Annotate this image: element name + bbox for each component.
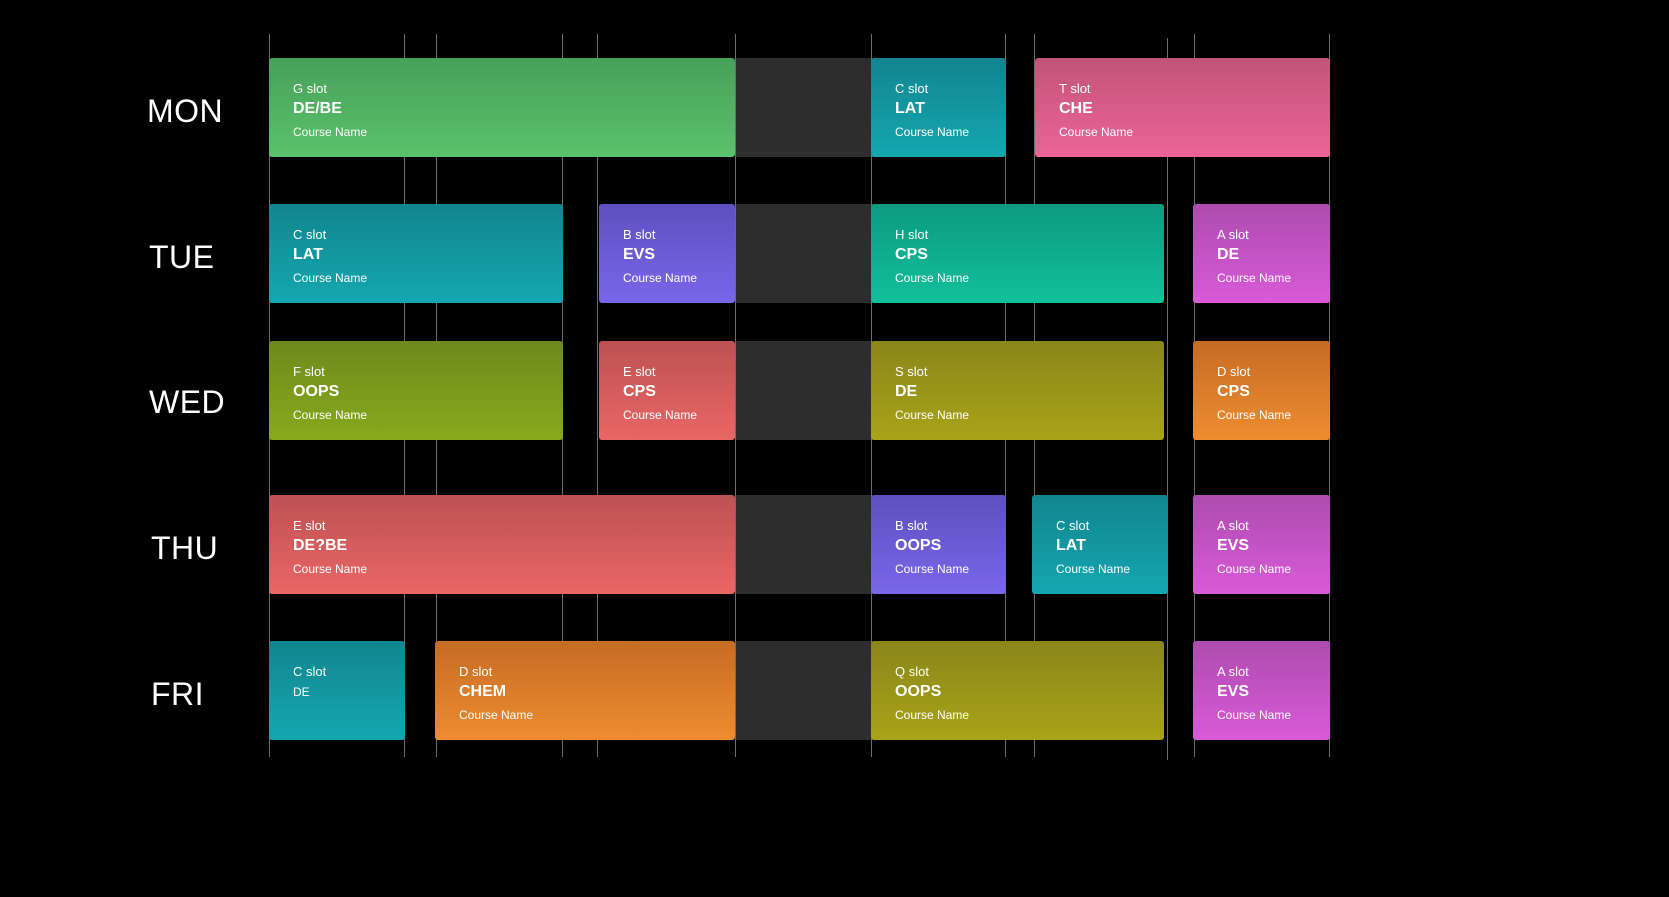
slot-label: Q slot (895, 664, 929, 679)
course-card-wed-f[interactable]: F slot OOPS Course Name (269, 341, 563, 440)
slot-label: B slot (623, 227, 656, 242)
slot-label: G slot (293, 81, 327, 96)
slot-label: T slot (1059, 81, 1091, 96)
slot-label: H slot (895, 227, 929, 242)
slot-label: F slot (293, 364, 325, 379)
course-code: LAT (1056, 537, 1086, 554)
course-code: OOPS (895, 683, 942, 700)
course-card-tue-a[interactable]: A slot DE Course Name (1193, 204, 1330, 303)
course-card-wed-s[interactable]: S slot DE Course Name (871, 341, 1164, 440)
course-name: Course Name (1217, 271, 1292, 285)
course-card-fri-a[interactable]: A slot EVS Course Name (1193, 641, 1330, 740)
course-card-mon-c[interactable]: C slot LAT Course Name (871, 58, 1006, 157)
course-name: Course Name (1056, 562, 1131, 576)
course-code: CPS (1217, 383, 1250, 400)
course-code: OOPS (293, 383, 340, 400)
slot-label: D slot (1217, 364, 1251, 379)
course-card-tue-c[interactable]: C slot LAT Course Name (269, 204, 563, 303)
course-name: Course Name (293, 562, 368, 576)
course-card-tue-h[interactable]: H slot CPS Course Name (871, 204, 1164, 303)
course-card-wed-d[interactable]: D slot CPS Course Name (1193, 341, 1330, 440)
course-card-wed-e[interactable]: E slot CPS Course Name (599, 341, 735, 440)
slot-label: E slot (623, 364, 656, 379)
course-card-tue-b[interactable]: B slot EVS Course Name (599, 204, 735, 303)
course-name: Course Name (1217, 708, 1292, 722)
day-label-tue: TUE (149, 239, 215, 275)
course-name: Course Name (293, 408, 368, 422)
day-label-thu: THU (151, 530, 219, 566)
course-code: EVS (1217, 537, 1250, 554)
slot-label: B slot (895, 518, 928, 533)
course-code: DE (895, 383, 918, 400)
course-code: CPS (623, 383, 656, 400)
slot-label: C slot (293, 664, 327, 679)
course-name: Course Name (1059, 125, 1134, 139)
slot-label: C slot (895, 81, 929, 96)
course-card-fri-d[interactable]: D slot CHEM Course Name (435, 641, 735, 740)
course-card-fri-c[interactable]: C slot DE (269, 641, 405, 740)
break-block-tue (736, 204, 871, 303)
course-name: Course Name (459, 708, 534, 722)
break-block-mon (736, 58, 871, 157)
course-name: Course Name (895, 408, 970, 422)
course-card-thu-e[interactable]: E slot DE?BE Course Name (269, 495, 735, 594)
course-code: DE (1217, 246, 1240, 263)
course-name: Course Name (623, 408, 698, 422)
course-card-thu-c[interactable]: C slot LAT Course Name (1032, 495, 1168, 594)
course-code: EVS (623, 246, 656, 263)
course-code: CHEM (459, 683, 507, 700)
course-name: Course Name (293, 271, 368, 285)
course-card-fri-q[interactable]: Q slot OOPS Course Name (871, 641, 1164, 740)
course-code: OOPS (895, 537, 942, 554)
course-card-thu-b[interactable]: B slot OOPS Course Name (871, 495, 1006, 594)
course-name: Course Name (623, 271, 698, 285)
course-card-mon-g[interactable]: G slot DE/BE Course Name (269, 58, 735, 157)
slot-label: D slot (459, 664, 493, 679)
course-card-thu-a[interactable]: A slot EVS Course Name (1193, 495, 1330, 594)
slot-label: A slot (1217, 227, 1249, 242)
course-name: Course Name (293, 125, 368, 139)
slot-label: C slot (1056, 518, 1090, 533)
course-card-mon-t[interactable]: T slot CHE Course Name (1035, 58, 1330, 157)
course-code: LAT (293, 246, 323, 263)
course-name: Course Name (895, 125, 970, 139)
slot-label: A slot (1217, 518, 1249, 533)
course-code: CHE (1059, 100, 1093, 117)
course-code: DE (293, 685, 310, 699)
day-label-mon: MON (147, 93, 224, 129)
course-name: Course Name (895, 708, 970, 722)
course-name: Course Name (895, 562, 970, 576)
slot-label: C slot (293, 227, 327, 242)
slot-label: E slot (293, 518, 326, 533)
day-label-fri: FRI (151, 676, 205, 712)
break-block-thu (736, 495, 871, 594)
course-name: Course Name (1217, 562, 1292, 576)
course-code: EVS (1217, 683, 1250, 700)
slot-label: A slot (1217, 664, 1249, 679)
course-code: DE?BE (293, 537, 348, 554)
day-label-wed: WED (149, 384, 226, 420)
course-code: LAT (895, 100, 925, 117)
course-name: Course Name (895, 271, 970, 285)
slot-label: S slot (895, 364, 928, 379)
course-name: Course Name (1217, 408, 1292, 422)
course-code: DE/BE (293, 100, 342, 117)
break-block-fri (736, 641, 871, 740)
course-code: CPS (895, 246, 928, 263)
break-block-wed (736, 341, 871, 440)
